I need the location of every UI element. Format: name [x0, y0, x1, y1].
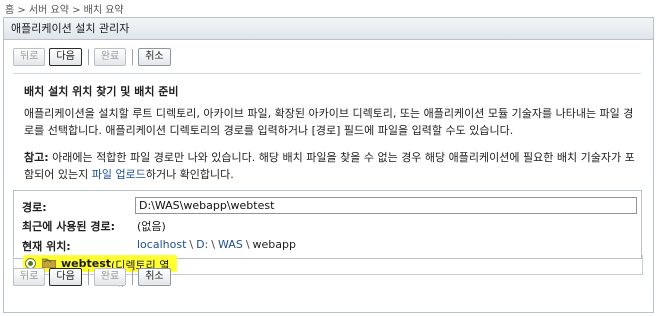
- path-input[interactable]: [135, 197, 637, 214]
- back-button[interactable]: 뒤로: [13, 48, 46, 66]
- cancel-button[interactable]: 취소: [138, 268, 171, 286]
- back-button[interactable]: 뒤로: [13, 268, 46, 286]
- location-localhost-link[interactable]: localhost: [137, 238, 186, 251]
- note-label: 참고:: [24, 151, 49, 164]
- panel-title: 애플리케이션 설치 관리자: [4, 18, 653, 40]
- location-separator: \: [245, 238, 250, 251]
- installer-panel: 애플리케이션 설치 관리자 뒤로 다음 완료 취소 배치 설치 위치 찾기 및 …: [3, 17, 654, 313]
- location-current: webapp: [252, 238, 296, 251]
- note-text: 참고: 아래에는 적합한 파일 경로만 나와 있습니다. 해당 배치 파일을 찾…: [24, 149, 636, 183]
- cancel-button[interactable]: 취소: [138, 48, 171, 66]
- bottom-button-bar: 뒤로 다음 완료 취소: [13, 268, 175, 286]
- location-drive-link[interactable]: D:: [196, 238, 208, 251]
- finish-button[interactable]: 완료: [93, 268, 127, 286]
- top-button-bar: 뒤로 다음 완료 취소: [13, 48, 175, 66]
- current-location-breadcrumb: localhost \ D: \ WAS \ webapp: [137, 238, 296, 251]
- next-button[interactable]: 다음: [49, 268, 82, 286]
- button-divider: [132, 49, 134, 65]
- finish-button[interactable]: 완료: [93, 48, 127, 66]
- recent-path-value: (없음): [137, 220, 166, 233]
- next-button[interactable]: 다음: [49, 48, 82, 66]
- description-text: 애플리케이션을 설치할 루트 디렉토리, 아카이브 파일, 확장된 아카이브 디…: [24, 107, 634, 137]
- button-divider: [87, 269, 89, 285]
- folder-icon: [42, 258, 56, 268]
- location-separator: \: [189, 238, 194, 251]
- path-label: 경로:: [22, 201, 47, 214]
- content-area: 배치 설치 위치 찾기 및 배치 준비 애플리케이션을 설치할 루트 디렉토리,…: [13, 73, 642, 261]
- breadcrumb: 홈 > 서버 요약 > 배치 요약: [5, 5, 124, 16]
- current-location-label: 현재 위치:: [22, 240, 71, 253]
- note-tail: 하거나 확인합니다.: [145, 168, 234, 181]
- recent-path-label: 최근에 사용된 경로:: [22, 220, 116, 233]
- file-upload-link[interactable]: 파일 업로드: [92, 168, 146, 181]
- location-separator: \: [211, 238, 216, 251]
- button-divider: [132, 269, 134, 285]
- section-title: 배치 설치 위치 찾기 및 배치 준비: [24, 85, 179, 98]
- button-divider: [87, 49, 89, 65]
- location-was-link[interactable]: WAS: [218, 238, 243, 251]
- path-form: 경로: 최근에 사용된 경로: (없음) 현재 위치: localhost\D:…: [13, 190, 642, 259]
